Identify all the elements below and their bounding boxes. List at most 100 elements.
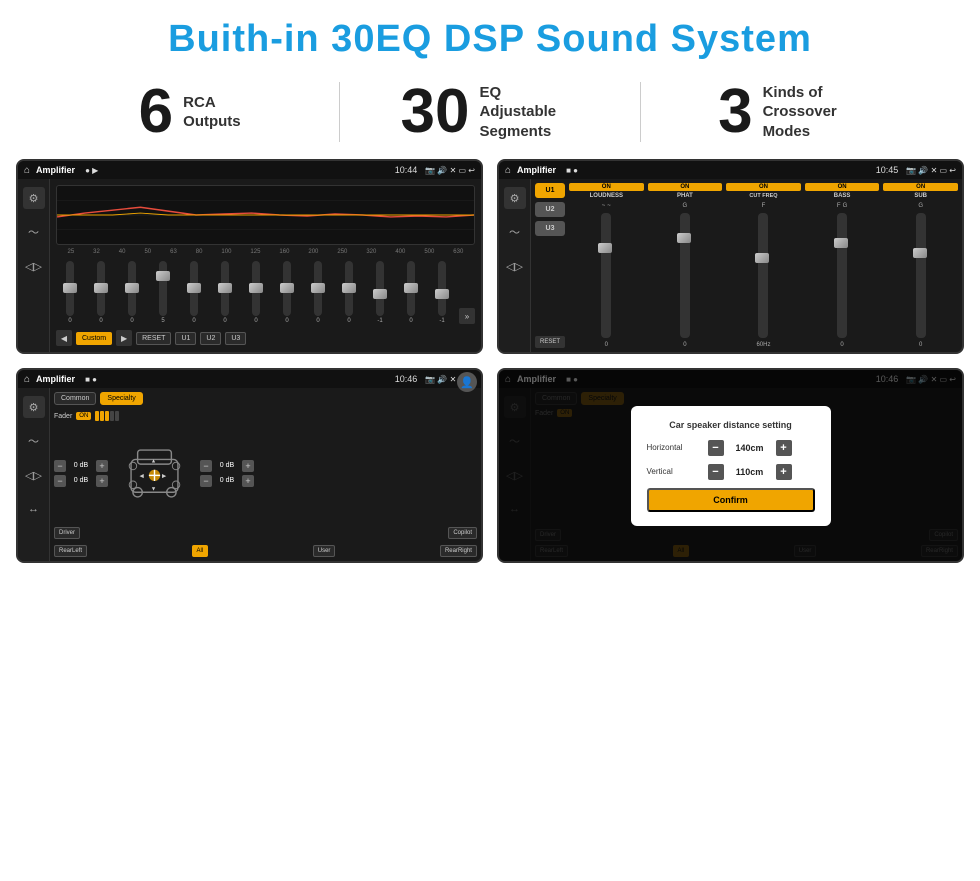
- db-plus-3[interactable]: +: [242, 460, 254, 472]
- home-icon-3[interactable]: ⌂: [24, 374, 30, 385]
- sidebar-2-vol-icon[interactable]: ◁▷: [504, 255, 526, 277]
- slider-thumb-1[interactable]: [94, 283, 108, 293]
- slider-thumb-6[interactable]: [249, 283, 263, 293]
- sub-on[interactable]: ON: [883, 183, 958, 191]
- horizontal-label: Horizontal: [647, 443, 702, 452]
- sidebar-eq-icon[interactable]: ⚙: [23, 187, 45, 209]
- fader-slider[interactable]: [95, 411, 119, 421]
- slider-thumb-12[interactable]: [435, 289, 449, 299]
- user-btn[interactable]: User: [313, 545, 336, 557]
- sidebar-wave-icon[interactable]: 〜: [23, 221, 45, 243]
- slider-thumb-4[interactable]: [187, 283, 201, 293]
- user-profile-icon[interactable]: 👤: [457, 372, 477, 392]
- slider-track-9[interactable]: [345, 261, 353, 316]
- horizontal-plus-btn[interactable]: +: [776, 440, 792, 456]
- home-icon-1[interactable]: ⌂: [24, 165, 30, 176]
- sub-thumb[interactable]: [913, 248, 927, 258]
- screen3-time: 10:46: [395, 374, 418, 384]
- all-btn[interactable]: All: [192, 545, 209, 557]
- db-minus-2[interactable]: −: [54, 475, 66, 487]
- slider-track-7[interactable]: [283, 261, 291, 316]
- db-plus-1[interactable]: +: [96, 460, 108, 472]
- slider-track-6[interactable]: [252, 261, 260, 316]
- slider-thumb-8[interactable]: [311, 283, 325, 293]
- balance-screen: ⌂ Amplifier ■ ● 10:46 📷 🔊 ✕ ▭ ↩ ⚙ 〜 ◁▷ ↔…: [16, 368, 483, 563]
- distance-screen: ⌂ Amplifier ■ ● 10:46 📷 🔊 ✕ ▭ ↩ ⚙ 〜 ◁▷ ↔…: [497, 368, 964, 563]
- bass-on[interactable]: ON: [805, 183, 880, 191]
- dsp-reset-btn[interactable]: RESET: [535, 336, 565, 348]
- fader-on-btn[interactable]: ON: [76, 412, 91, 420]
- slider-track-4[interactable]: [190, 261, 198, 316]
- horizontal-minus-btn[interactable]: −: [708, 440, 724, 456]
- specialty-tab[interactable]: Specialty: [100, 392, 142, 405]
- db-plus-4[interactable]: +: [242, 475, 254, 487]
- db-plus-2[interactable]: +: [96, 475, 108, 487]
- slider-thumb-0[interactable]: [63, 283, 77, 293]
- copilot-btn[interactable]: Copilot: [448, 527, 477, 539]
- slider-track-0[interactable]: [66, 261, 74, 316]
- eq-next-btn[interactable]: ▶: [116, 330, 132, 346]
- phat-thumb[interactable]: [677, 233, 691, 243]
- slider-val-1: 0: [99, 318, 102, 324]
- sidebar-3-vol-icon[interactable]: ◁▷: [23, 464, 45, 486]
- slider-thumb-11[interactable]: [404, 283, 418, 293]
- dsp-preset-u1[interactable]: U1: [535, 183, 565, 198]
- sidebar-2-eq-icon[interactable]: ⚙: [504, 187, 526, 209]
- cutfreq-on[interactable]: ON: [726, 183, 801, 191]
- eq-reset-btn[interactable]: RESET: [136, 332, 171, 345]
- stat-crossover: 3 Kinds ofCrossover Modes: [661, 81, 920, 143]
- stat-rca: 6 RCAOutputs: [60, 81, 319, 143]
- eq-u2-btn[interactable]: U2: [200, 332, 221, 345]
- db-minus-4[interactable]: −: [200, 475, 212, 487]
- slider-thumb-5[interactable]: [218, 283, 232, 293]
- vertical-plus-btn[interactable]: +: [776, 464, 792, 480]
- status-bar-1: ⌂ Amplifier ● ▶ 10:44 📷 🔊 ✕ ▭ ↩: [18, 161, 481, 179]
- loudness-thumb[interactable]: [598, 243, 612, 253]
- loudness-on[interactable]: ON: [569, 183, 644, 191]
- sidebar-3-eq-icon[interactable]: ⚙: [23, 396, 45, 418]
- eq-more-arrow[interactable]: »: [459, 308, 475, 324]
- driver-btn[interactable]: Driver: [54, 527, 80, 539]
- db-minus-1[interactable]: −: [54, 460, 66, 472]
- eq-slider-8: 0: [304, 261, 332, 324]
- slider-thumb-2[interactable]: [125, 283, 139, 293]
- slider-track-5[interactable]: [221, 261, 229, 316]
- slider-track-8[interactable]: [314, 261, 322, 316]
- eq-u3-btn[interactable]: U3: [225, 332, 246, 345]
- sidebar-vol-icon[interactable]: ◁▷: [23, 255, 45, 277]
- rearright-btn[interactable]: RearRight: [440, 545, 477, 557]
- slider-track-1[interactable]: [97, 261, 105, 316]
- slider-thumb-3[interactable]: [156, 271, 170, 281]
- slider-thumb-9[interactable]: [342, 283, 356, 293]
- rearleft-btn[interactable]: RearLeft: [54, 545, 87, 557]
- dsp-preset-u2[interactable]: U2: [535, 202, 565, 217]
- phat-on[interactable]: ON: [648, 183, 723, 191]
- db-minus-3[interactable]: −: [200, 460, 212, 472]
- slider-track-12[interactable]: [438, 261, 446, 316]
- eq-freq-labels: 253240506380 100125160200250320 40050063…: [56, 249, 475, 255]
- eq-slider-12: -1: [428, 261, 456, 324]
- eq-prev-btn[interactable]: ◀: [56, 330, 72, 346]
- slider-track-3[interactable]: [159, 261, 167, 316]
- confirm-button[interactable]: Confirm: [647, 488, 815, 512]
- sidebar-2-wave-icon[interactable]: 〜: [504, 221, 526, 243]
- sidebar-3-wave-icon[interactable]: 〜: [23, 430, 45, 452]
- stat-crossover-number: 3: [718, 81, 752, 143]
- eq-u1-btn[interactable]: U1: [175, 332, 196, 345]
- slider-track-11[interactable]: [407, 261, 415, 316]
- vertical-minus-btn[interactable]: −: [708, 464, 724, 480]
- slider-track-10[interactable]: [376, 261, 384, 316]
- slider-val-7: 0: [285, 318, 288, 324]
- bass-thumb[interactable]: [834, 238, 848, 248]
- slider-thumb-10[interactable]: [373, 289, 387, 299]
- cutfreq-thumb[interactable]: [755, 253, 769, 263]
- dsp-preset-u3[interactable]: U3: [535, 221, 565, 236]
- svg-text:▲: ▲: [150, 458, 156, 464]
- eq-preset-custom[interactable]: Custom: [76, 332, 112, 345]
- slider-thumb-7[interactable]: [280, 283, 294, 293]
- common-tab[interactable]: Common: [54, 392, 96, 405]
- screen2-time: 10:45: [876, 165, 899, 175]
- slider-track-2[interactable]: [128, 261, 136, 316]
- home-icon-2[interactable]: ⌂: [505, 165, 511, 176]
- sidebar-3-extra-icon[interactable]: ↔: [23, 498, 45, 520]
